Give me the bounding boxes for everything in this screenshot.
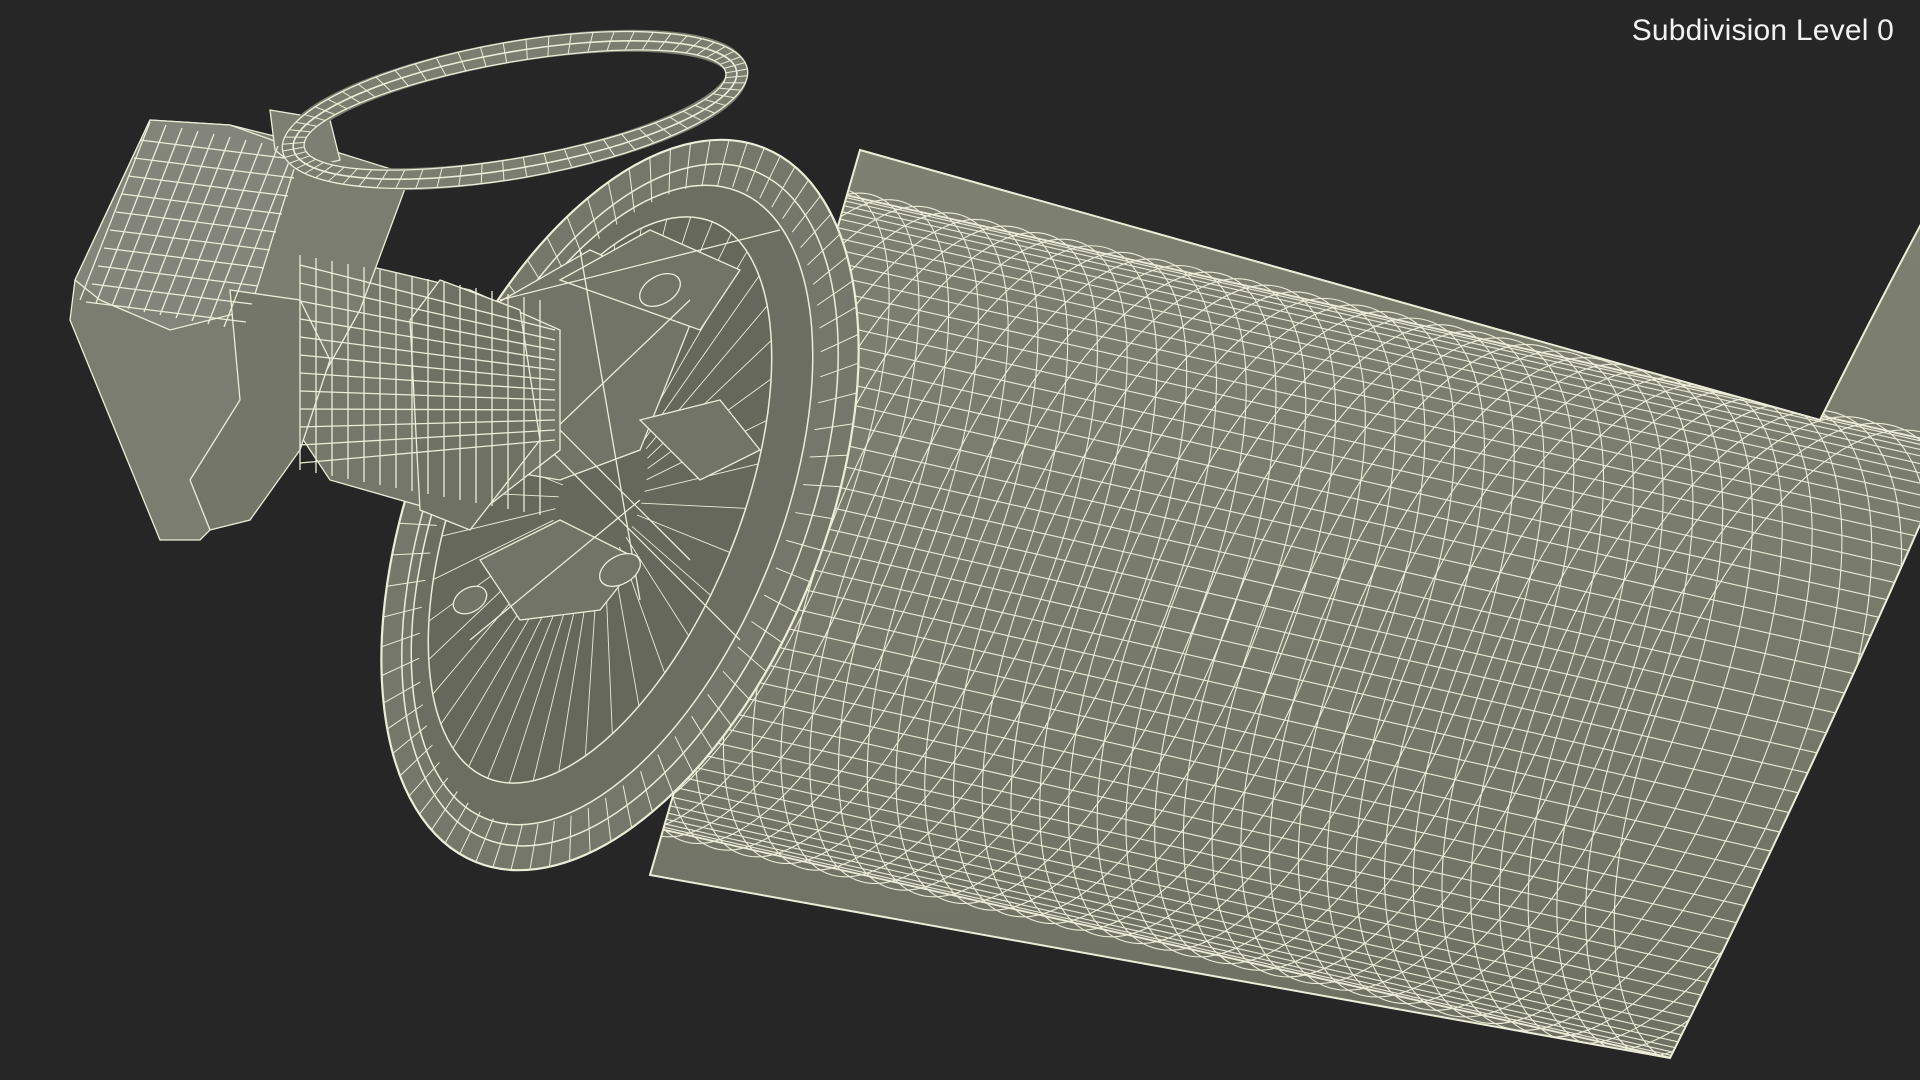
wireframe-model xyxy=(69,0,1920,1080)
render-viewport: Subdivision Level 0 xyxy=(0,0,1920,1080)
